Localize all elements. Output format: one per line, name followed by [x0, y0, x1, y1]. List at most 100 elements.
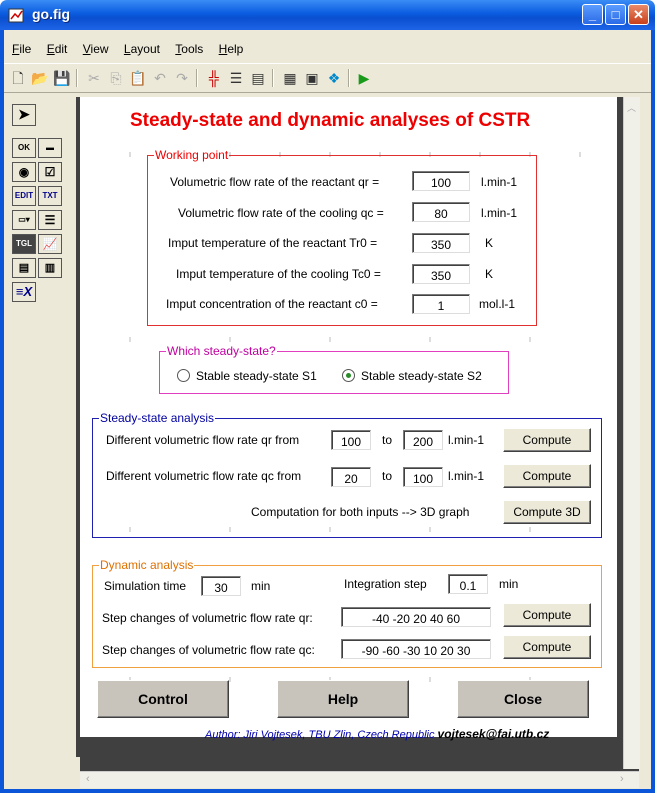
author-text: Author: Jiri Vojtesek, TBU Zlin, Czech R… [205, 729, 438, 741]
copy-icon[interactable]: ⎘ [106, 68, 126, 88]
menu-file[interactable]: File [12, 42, 31, 56]
dyn-qc-label: Step changes of volumetric flow rate qc: [102, 643, 315, 657]
maximize-button[interactable]: □ [605, 4, 626, 25]
property-inspector-icon[interactable]: ▣ [302, 68, 322, 88]
tr0-input[interactable]: 350 [412, 233, 470, 253]
int-step-input[interactable]: 0.1 [448, 574, 488, 594]
author-email: vojtesek@fai.utb.cz [437, 727, 550, 741]
int-step-label: Integration step [344, 577, 427, 591]
axes-tool-icon[interactable]: 📈 [38, 234, 62, 254]
panel-tool-icon[interactable]: ▤ [12, 258, 36, 278]
ss-qc-to-label: to [382, 469, 393, 483]
close-button[interactable]: Close [457, 680, 589, 718]
open-folder-icon[interactable]: 📂 [30, 68, 50, 88]
c0-input[interactable]: 1 [412, 294, 470, 314]
menu-tools[interactable]: Tools [175, 42, 203, 56]
ss-qr-to-input[interactable]: 200 [403, 430, 443, 450]
ss-qr-label: Different volumetric flow rate qr from [106, 433, 300, 447]
toolbar: 🗋 📂 💾 ✂ ⎘ 📋 ↶ ↷ ╬ ☰ ▤ ▦ ▣ ❖ ▶ [4, 63, 651, 93]
popup-menu-tool-icon[interactable]: ▭▾ [12, 210, 36, 230]
tr0-unit: K [485, 236, 494, 250]
save-icon[interactable]: 💾 [52, 68, 72, 88]
menu-edit[interactable]: Edit [47, 42, 68, 56]
horizontal-scrollbar[interactable]: ‹ › [80, 771, 639, 788]
align-icon[interactable]: ╬ [204, 68, 224, 88]
tr0-label: Imput temperature of the reactant Tr0 = [168, 236, 378, 250]
dyn-qc-input[interactable]: -90 -60 -30 10 20 30 [341, 639, 491, 659]
ss-qc-unit: l.min-1 [448, 469, 485, 483]
ss-qc-to-input[interactable]: 100 [403, 467, 443, 487]
close-window-button[interactable]: ✕ [628, 4, 649, 25]
sim-time-unit: min [251, 579, 271, 593]
button-group-tool-icon[interactable]: ▥ [38, 258, 62, 278]
ss-qr-to-label: to [382, 433, 393, 447]
static-text-tool-icon[interactable]: TXT [38, 186, 62, 206]
c0-unit: mol.l-1 [479, 297, 516, 311]
c0-label: Imput concentration of the reactant c0 = [166, 297, 378, 311]
sim-time-input[interactable]: 30 [201, 576, 241, 596]
qr-label: Volumetric flow rate of the reactant qr … [170, 175, 380, 189]
control-button[interactable]: Control [97, 680, 229, 718]
help-button[interactable]: Help [277, 680, 409, 718]
new-file-icon[interactable]: 🗋 [8, 68, 28, 88]
tc0-unit: K [485, 267, 494, 281]
page-title: Steady-state and dynamic analyses of CST… [130, 110, 531, 131]
scroll-right-icon[interactable]: › [620, 773, 624, 785]
menu-view[interactable]: View [83, 42, 109, 56]
vertical-scrollbar[interactable]: ︿ [623, 97, 640, 769]
radio-tool-icon[interactable]: ◉ [12, 162, 36, 182]
s2-label[interactable]: Stable steady-state S2 [361, 369, 482, 383]
tc0-input[interactable]: 350 [412, 264, 470, 284]
pushbutton-tool-icon[interactable]: OK [12, 138, 36, 158]
s2-radio-selected-dot [346, 373, 351, 378]
redo-icon[interactable]: ↷ [172, 68, 192, 88]
s1-label[interactable]: Stable steady-state S1 [196, 369, 317, 383]
dyn-qr-input[interactable]: -40 -20 20 40 60 [341, 607, 491, 627]
select-tool-icon[interactable]: ➤ [12, 104, 36, 126]
author-line: Author: Jiri Vojtesek, TBU Zlin, Czech R… [205, 727, 549, 741]
edit-text-tool-icon[interactable]: EDIT [12, 186, 36, 206]
mfile-editor-icon[interactable]: ▦ [280, 68, 300, 88]
object-browser-icon[interactable]: ❖ [324, 68, 344, 88]
qr-input[interactable]: 100 [412, 171, 470, 191]
canvas-edge-bottom [80, 737, 639, 772]
scroll-left-icon[interactable]: ‹ [86, 773, 90, 785]
minimize-button[interactable]: _ [582, 4, 603, 25]
ss-qr-unit: l.min-1 [448, 433, 485, 447]
ss-qr-compute-button[interactable]: Compute [503, 428, 591, 452]
qc-input[interactable]: 80 [412, 202, 470, 222]
dyn-qc-compute-button[interactable]: Compute [503, 635, 591, 659]
ss-both-label: Computation for both inputs --> 3D graph [251, 505, 470, 519]
dyn-qr-label: Step changes of volumetric flow rate qr: [102, 611, 313, 625]
toggle-tool-icon[interactable]: TGL [12, 234, 36, 254]
paste-icon[interactable]: 📋 [128, 68, 148, 88]
tab-order-icon[interactable]: ▤ [248, 68, 268, 88]
s2-radio[interactable] [342, 369, 355, 382]
run-icon[interactable]: ▶ [354, 68, 374, 88]
cut-icon[interactable]: ✂ [84, 68, 104, 88]
menu-editor-icon[interactable]: ☰ [226, 68, 246, 88]
compute-3d-button[interactable]: Compute 3D [503, 500, 591, 524]
working-point-title: Working point [154, 148, 230, 162]
steady-state-analysis-title: Steady-state analysis [99, 411, 216, 425]
qc-label: Volumetric flow rate of the cooling qc = [178, 206, 384, 220]
slider-tool-icon[interactable]: ▬ [38, 138, 62, 158]
s1-radio[interactable] [177, 369, 190, 382]
listbox-tool-icon[interactable]: ☰ [38, 210, 62, 230]
activex-tool-icon[interactable]: ≡X [12, 282, 36, 302]
menu-bar: File Edit View Layout Tools Help [4, 42, 247, 62]
scroll-up-icon[interactable]: ︿ [627, 101, 636, 114]
menu-help[interactable]: Help [219, 42, 244, 56]
menu-layout[interactable]: Layout [124, 42, 160, 56]
checkbox-tool-icon[interactable]: ☑ [38, 162, 62, 182]
qc-unit: l.min-1 [481, 206, 518, 220]
figure-icon [8, 8, 24, 23]
dyn-qr-compute-button[interactable]: Compute [503, 603, 591, 627]
title-bar[interactable]: go.fig _ □ ✕ [0, 0, 655, 30]
window-title: go.fig [32, 6, 71, 22]
ss-qc-compute-button[interactable]: Compute [503, 464, 591, 488]
undo-icon[interactable]: ↶ [150, 68, 170, 88]
sim-time-label: Simulation time [104, 579, 187, 593]
ss-qc-from-input[interactable]: 20 [331, 467, 371, 487]
ss-qr-from-input[interactable]: 100 [331, 430, 371, 450]
